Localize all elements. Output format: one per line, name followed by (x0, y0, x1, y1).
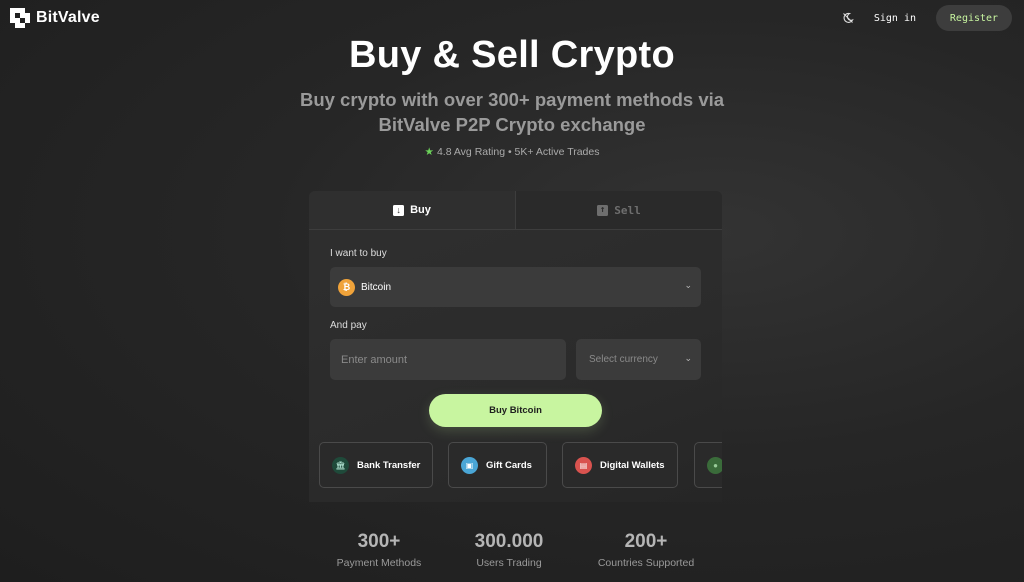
header-nav: Sign in Register (840, 5, 1012, 31)
hero-subtitle: Buy crypto with over 300+ payment method… (0, 87, 1024, 137)
tab-buy-label: Buy (410, 204, 431, 216)
stat-payment-methods: 300+ Payment Methods (324, 531, 434, 569)
stat-label: Users Trading (476, 557, 542, 569)
stat-label: Payment Methods (336, 557, 422, 569)
download-icon: ↓ (393, 204, 405, 216)
stat-value: 300+ (357, 531, 401, 552)
bank-icon: 🏛 (332, 456, 349, 474)
chevron-down-icon: ⌄ (684, 353, 692, 363)
stat-value: 300.000 (474, 531, 544, 552)
gift-card-icon: ▣ (461, 456, 478, 474)
method-gift-cards[interactable]: ▣ Gift Cards (448, 442, 547, 488)
method-partial[interactable]: ● (694, 442, 722, 488)
register-button[interactable]: Register (936, 5, 1012, 31)
stat-value: 200+ (624, 531, 668, 552)
amount-input[interactable] (330, 339, 566, 380)
and-pay-label: And pay (330, 320, 367, 331)
buy-button[interactable]: Buy Bitcoin (429, 394, 602, 427)
rating-summary: ★ 4.8 Avg Rating • 5K+ Active Trades (0, 146, 1024, 158)
coin-select[interactable]: ₿ Bitcoin ⌄ (330, 267, 701, 307)
stat-label: Countries Supported (597, 557, 695, 569)
brand-logo[interactable]: BitValve (10, 8, 100, 28)
tab-sell-label: Sell (614, 203, 641, 217)
method-label: Bank Transfer (357, 459, 421, 471)
method-label: Gift Cards (486, 459, 532, 471)
currency-select[interactable]: Select currency ⌄ (576, 339, 701, 380)
currency-select-placeholder: Select currency (589, 354, 658, 365)
hero-subtitle-line1: Buy crypto with over 300+ payment method… (299, 89, 725, 110)
stat-users-trading: 300.000 Users Trading (459, 531, 559, 569)
tab-sell[interactable]: ↑ Sell (516, 191, 722, 229)
method-digital-wallets[interactable]: ▤ Digital Wallets (562, 442, 678, 488)
star-icon: ★ (424, 146, 434, 158)
method-label: Digital Wallets (600, 459, 665, 471)
chevron-down-icon: ⌄ (684, 280, 692, 290)
wallet-icon: ▤ (575, 456, 592, 474)
page-title: Buy & Sell Crypto (348, 34, 676, 76)
brand-name: BitValve (36, 9, 100, 26)
bitcoin-icon: ₿ (338, 278, 355, 296)
bitvalve-logo-icon (10, 8, 30, 28)
tab-buy[interactable]: ↓ Buy (309, 191, 516, 229)
hero-subtitle-line2: BitValve P2P Crypto exchange (378, 114, 646, 135)
crypto-icon: ● (707, 456, 722, 474)
moon-slash-icon[interactable] (840, 10, 856, 26)
sign-in-button[interactable]: Sign in (874, 13, 916, 24)
coin-select-value: Bitcoin (361, 281, 392, 293)
upload-icon: ↑ (597, 204, 609, 216)
want-to-buy-label: I want to buy (330, 248, 387, 259)
stat-countries: 200+ Countries Supported (586, 531, 706, 569)
method-bank-transfer[interactable]: 🏛 Bank Transfer (319, 442, 433, 488)
payment-methods: 🏛 Bank Transfer ▣ Gift Cards ▤ Digital W… (318, 442, 722, 488)
rating-text: 4.8 Avg Rating • 5K+ Active Trades (436, 146, 600, 158)
trade-tabs: ↓ Buy ↑ Sell (309, 191, 722, 230)
